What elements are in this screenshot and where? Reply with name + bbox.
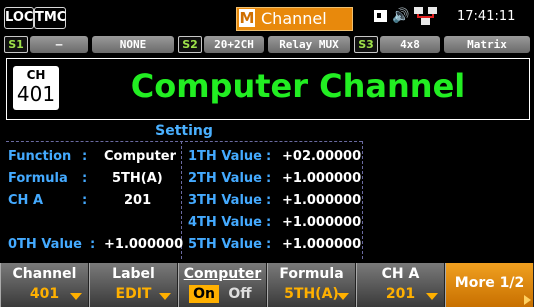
setting-row: 3TH Value : +1.000000 [188,193,361,215]
on-option[interactable]: On [189,285,219,303]
lan-icon [413,6,439,26]
slot-row: S1 — NONE S2 20+2CH Relay MUX S3 4x8 Mat… [0,36,534,54]
field-label: 4TH Value [188,215,262,230]
field-label: 0TH Value [8,237,82,252]
colon: : [90,237,96,252]
function-value[interactable]: Computer [104,149,176,164]
setting-right-column: 1TH Value : +02.00000 2TH Value : +1.000… [188,149,361,259]
setting-row: 5TH Value : +1.000000 [188,237,361,259]
dropdown-arrow-icon [337,293,349,300]
setting-row: 2TH Value : +1.000000 [188,171,361,193]
setting-left-column: Function : Computer Formula : 5TH(A) CH … [8,149,183,259]
1th-value[interactable]: +02.00000 [282,149,361,164]
screen-icon [374,10,387,22]
field-label: 3TH Value [188,193,262,208]
formula-value[interactable]: 5TH(A) [112,171,163,186]
setting-row: Formula : 5TH(A) [8,171,180,193]
formula-softkey[interactable]: Formula 5TH(A) [267,263,356,307]
field-label: 2TH Value [188,171,262,186]
2th-value[interactable]: +1.000000 [282,171,361,186]
speaker-icon: 🔊 [392,8,410,24]
colon: : [82,149,88,164]
status-bar: LOC TMC M Channel 🔊 17:41:11 [0,0,534,34]
loc-indicator: LOC [4,7,34,29]
field-label: Formula [8,171,68,186]
dropdown-arrow-icon [159,293,171,300]
slot-2-type: Relay MUX [268,36,350,53]
softkey-title: Label [112,266,155,282]
slot-1-label: S1 [4,36,28,53]
channel-header: CH 401 Computer Channel [6,58,530,120]
setting-row-empty [8,215,180,237]
off-option[interactable]: Off [225,285,255,303]
slot-1-card: — [30,36,88,53]
divider [362,141,363,259]
tmc-indicator: TMC [34,7,66,29]
softkey-bar: Channel 401 Label EDIT Computer On Off F… [0,263,534,307]
slot-2-label: S2 [178,36,202,53]
softkey-title: CH A [381,266,420,282]
softkey-title: More 1/2 [454,275,525,291]
cha-value[interactable]: 201 [124,193,151,208]
more-softkey[interactable]: More 1/2 [445,263,534,307]
channel-title: Computer Channel [130,67,466,105]
colon: : [266,171,272,186]
softkey-title: Computer [183,266,262,282]
4th-value[interactable]: +1.000000 [282,215,361,230]
colon: : [266,193,272,208]
slot-3-label: S3 [354,36,378,53]
slot-3-card: 4x8 [380,36,440,53]
dropdown-arrow-icon [426,293,438,300]
field-label: 1TH Value [188,149,262,164]
clock: 17:41:11 [457,9,516,24]
3th-value[interactable]: +1.000000 [282,193,361,208]
window-tab[interactable]: M Channel [236,7,353,31]
colon: : [82,171,88,186]
field-label: Function [8,149,72,164]
window-letter: M [239,9,255,27]
setting-row: 1TH Value : +02.00000 [188,149,361,171]
setting-row: 4TH Value : +1.000000 [188,215,361,237]
slot-1-type: NONE [92,36,174,53]
colon: : [266,149,272,164]
computer-softkey[interactable]: Computer On Off [178,263,267,307]
slot-3-type: Matrix [444,36,530,53]
softkey-title: Channel [12,266,77,282]
window-title: Channel [261,9,327,28]
setting-row: 0TH Value : +1.000000 [8,237,183,259]
5th-value[interactable]: +1.000000 [282,237,361,252]
field-label: CH A [8,193,44,208]
setting-row: Function : Computer [8,149,180,171]
0th-value[interactable]: +1.000000 [104,237,183,252]
softkey-title: Formula [279,266,344,282]
dropdown-arrow-icon [70,293,82,300]
colon: : [82,193,88,208]
field-label: 5TH Value [188,237,262,252]
setting-row: CH A : 201 [8,193,180,215]
setting-panel: Setting Function : Computer Formula : 5T… [6,121,528,259]
setting-heading: Setting [6,121,362,142]
colon: : [266,215,272,230]
channel-softkey[interactable]: Channel 401 [0,263,89,307]
next-page-icon [524,295,531,305]
colon: : [266,237,272,252]
slot-2-card: 20+2CH [204,36,264,53]
label-softkey[interactable]: Label EDIT [89,263,178,307]
cha-softkey[interactable]: CH A 201 [356,263,445,307]
